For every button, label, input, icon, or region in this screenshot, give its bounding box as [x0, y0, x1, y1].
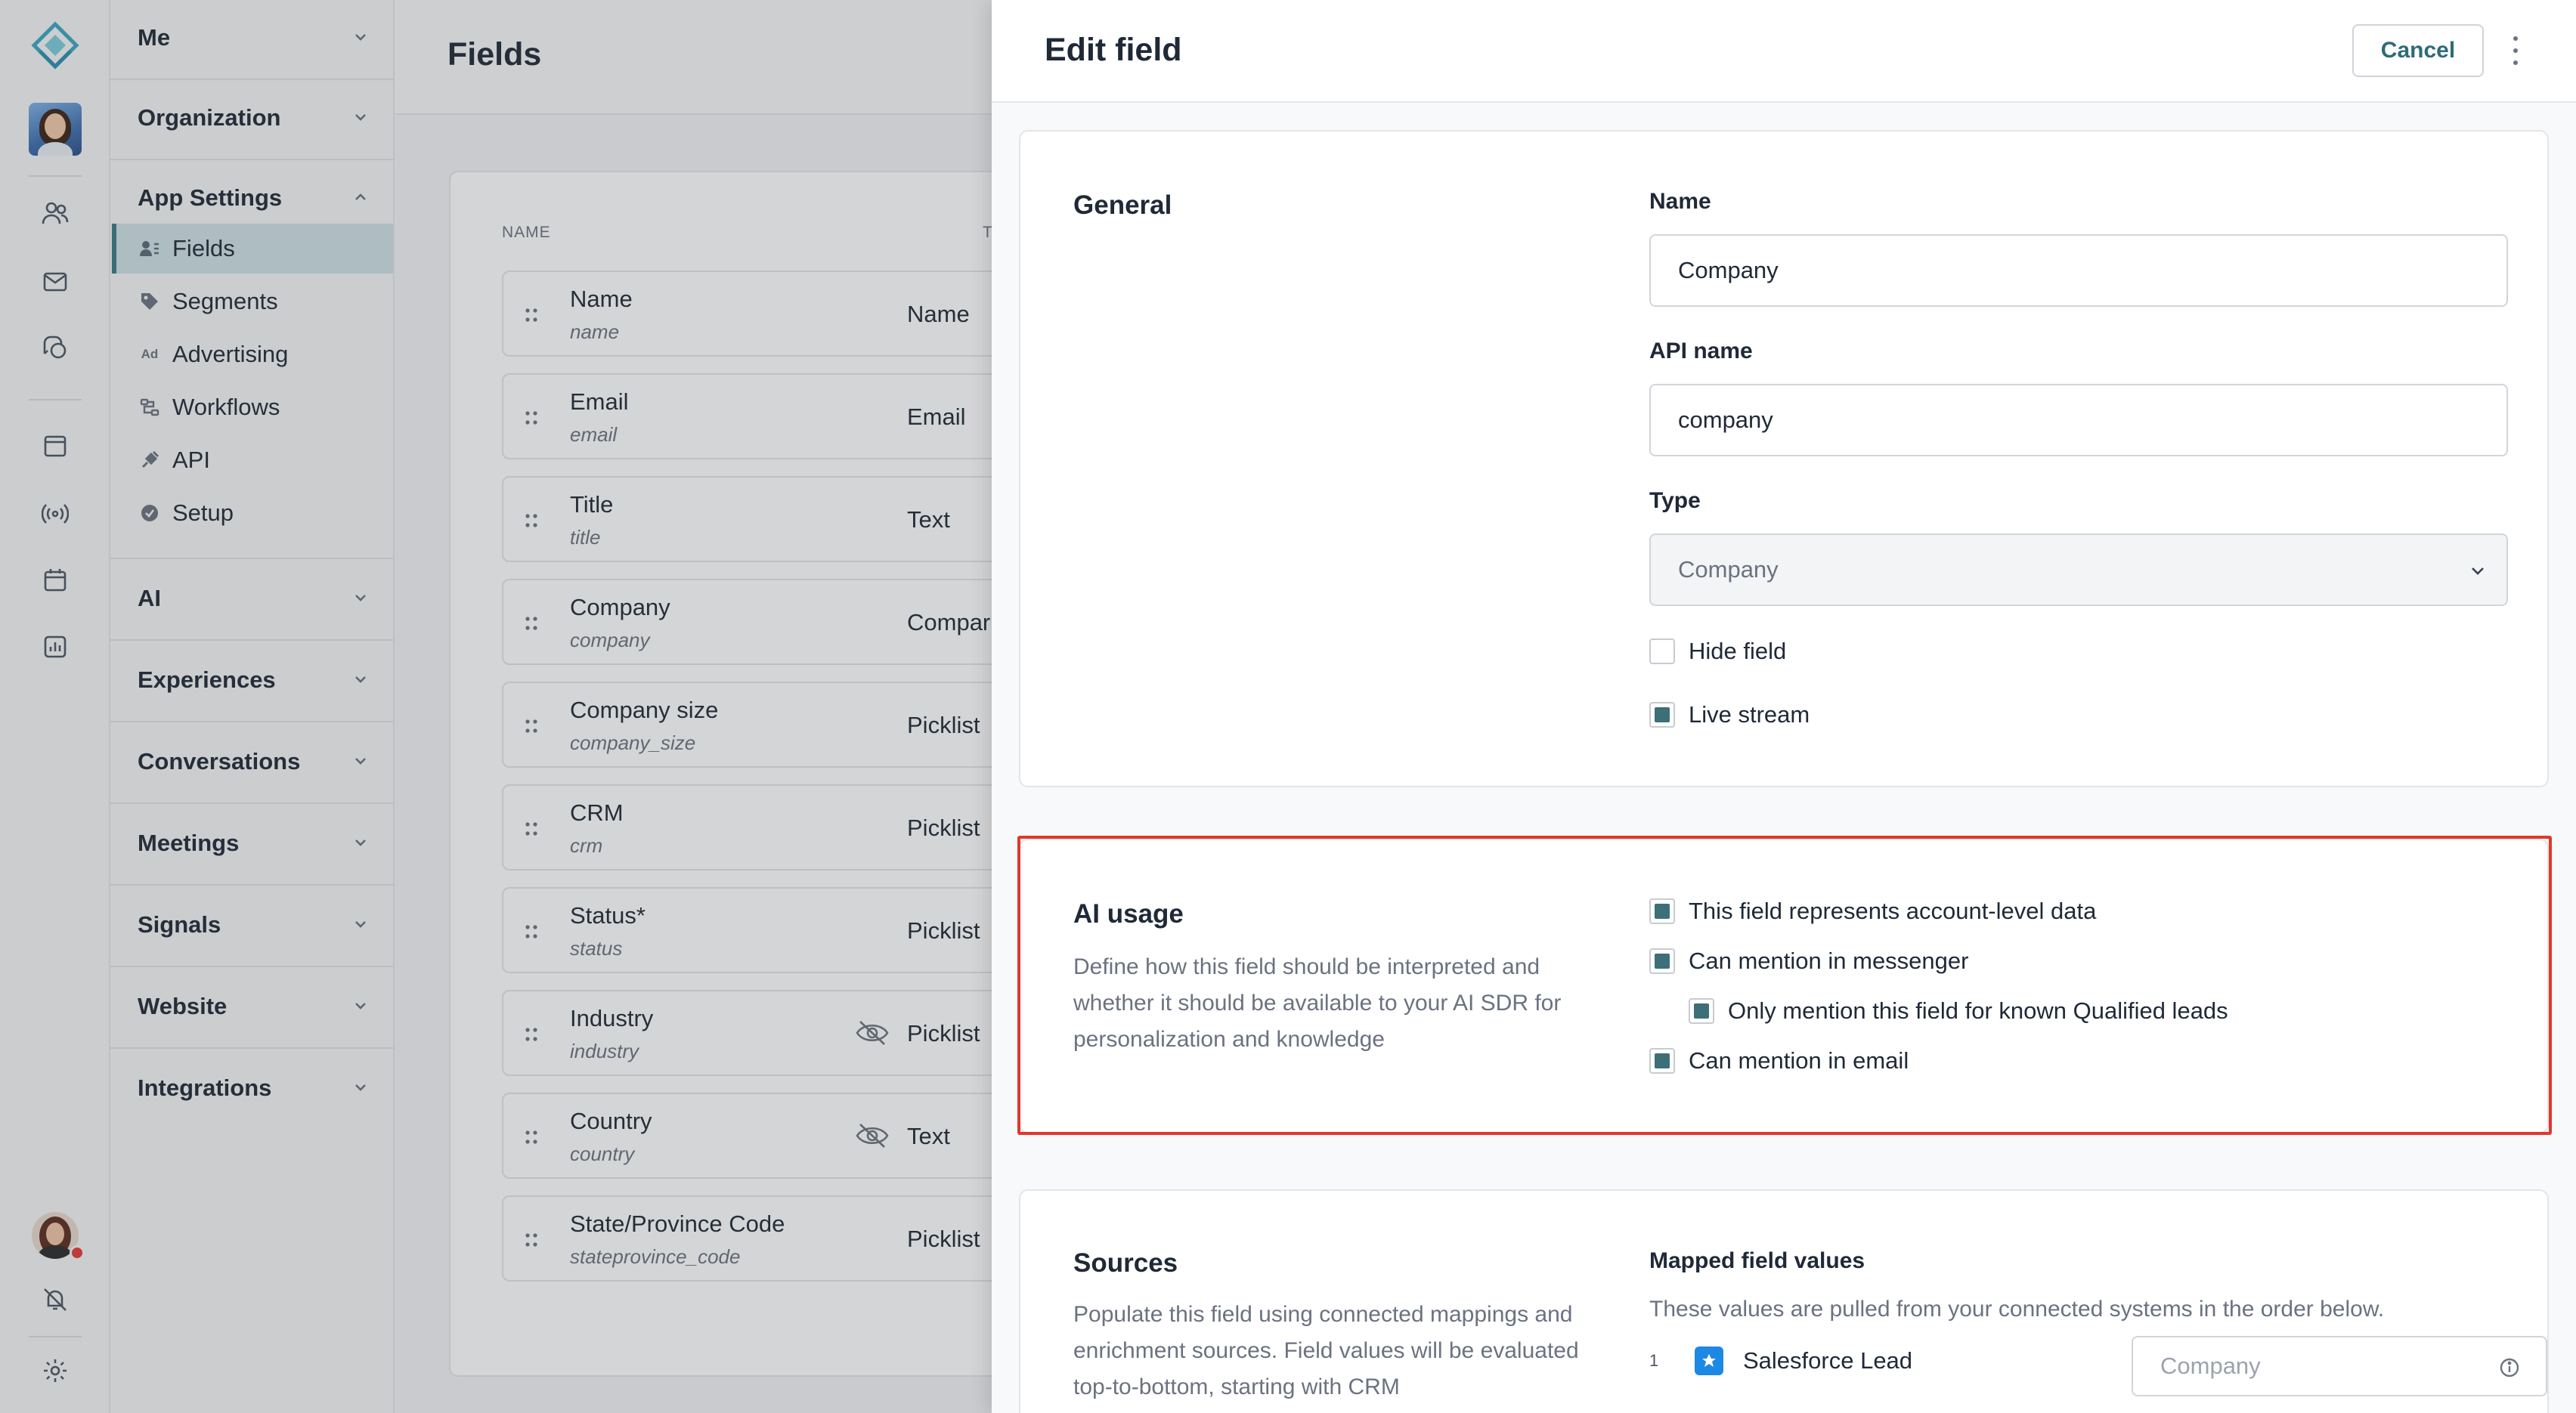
checkbox-label: Can mention in email [1689, 1047, 1909, 1074]
mention-email-option[interactable]: Can mention in email [1649, 1047, 1909, 1074]
section-title: Sources [1073, 1248, 1178, 1278]
drawer-header: Edit field Cancel [992, 0, 2576, 103]
name-input[interactable] [1649, 234, 2508, 307]
type-select[interactable]: Company [1649, 533, 2508, 606]
checkbox-label: Can mention in messenger [1689, 948, 1969, 974]
api-name-label: API name [1649, 339, 1753, 363]
source-row[interactable]: 1 Salesforce Lead [1649, 1347, 1912, 1375]
source-index: 1 [1649, 1351, 1659, 1370]
section-title: AI usage [1073, 899, 1184, 929]
sources-section: Sources Populate this field using connec… [1019, 1189, 2549, 1413]
checkbox[interactable] [1649, 948, 1675, 974]
section-description: Populate this field using connected mapp… [1073, 1302, 1579, 1399]
edit-field-drawer: Edit field Cancel General Name API name … [992, 0, 2576, 1413]
type-label: Type [1649, 488, 1701, 513]
checkbox-label: Only mention this field for known Qualif… [1728, 997, 2228, 1024]
account-level-option[interactable]: This field represents account-level data [1649, 898, 2096, 925]
section-title: General [1073, 190, 1172, 220]
section-description: Define how this field should be interpre… [1073, 954, 1562, 1052]
checkbox[interactable] [1649, 1048, 1675, 1074]
ai-usage-section: AI usage Define how this field should be… [1019, 839, 2549, 1133]
general-section: General Name API name Type Company Hide … [1019, 130, 2549, 787]
salesforce-icon [1695, 1347, 1723, 1375]
qualified-leads-option[interactable]: Only mention this field for known Qualif… [1689, 997, 2228, 1025]
checkbox-label: Live stream [1689, 701, 1810, 728]
hide-field-checkbox[interactable] [1649, 638, 1675, 664]
source-field-placeholder: Company [2160, 1353, 2261, 1379]
name-label: Name [1649, 189, 1711, 214]
checkbox[interactable] [1649, 898, 1675, 924]
cancel-button[interactable]: Cancel [2352, 24, 2484, 77]
drawer-title: Edit field [1045, 32, 1182, 68]
live-stream-checkbox[interactable] [1649, 702, 1675, 728]
checkbox-label: Hide field [1689, 638, 1787, 664]
hide-field-option[interactable]: Hide field [1649, 638, 1786, 665]
mapped-values-label: Mapped field values [1649, 1248, 1865, 1273]
mapped-values-hint: These values are pulled from your connec… [1649, 1297, 2385, 1322]
live-stream-option[interactable]: Live stream [1649, 701, 1810, 728]
source-name: Salesforce Lead [1743, 1347, 1913, 1374]
chevron-down-icon [2472, 567, 2484, 575]
checkbox-label: This field represents account-level data [1689, 898, 2097, 924]
modal-overlay[interactable] [0, 0, 992, 1413]
api-name-input[interactable] [1649, 384, 2508, 456]
type-select-value: Company [1678, 556, 1779, 583]
source-field-input[interactable]: Company [2132, 1336, 2547, 1396]
checkbox[interactable] [1689, 998, 1714, 1024]
more-options-icon[interactable] [2506, 33, 2525, 68]
mention-messenger-option[interactable]: Can mention in messenger [1649, 948, 1968, 975]
info-icon[interactable] [2499, 1357, 2520, 1378]
